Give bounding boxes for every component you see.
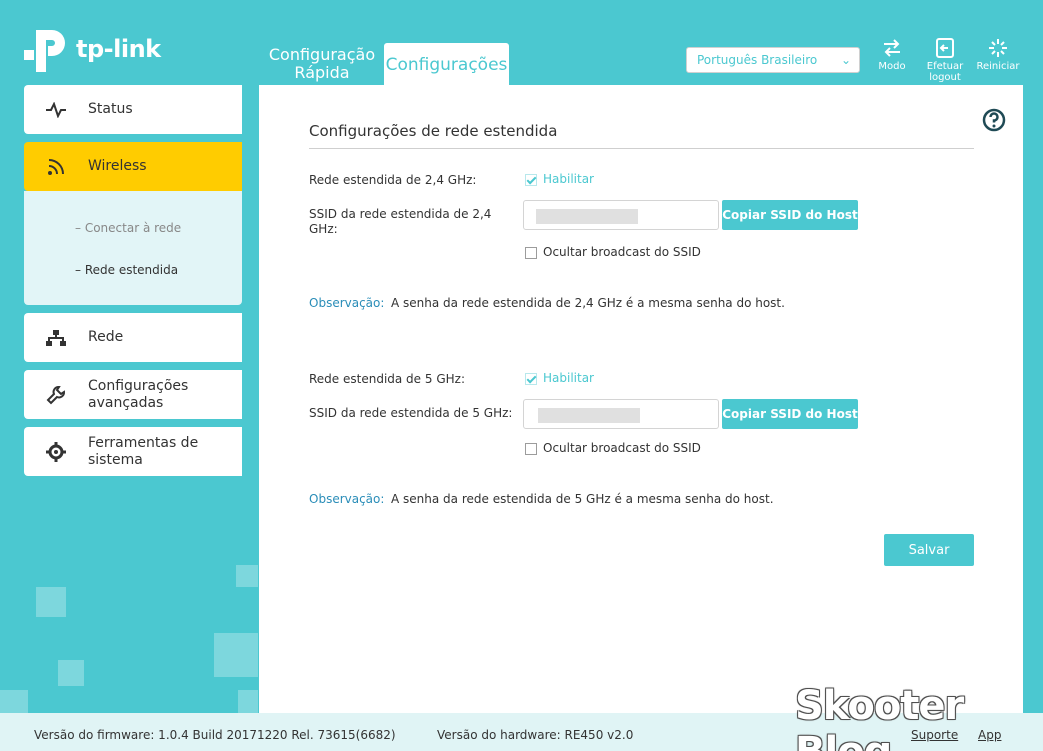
- wireless-icon: [24, 158, 88, 176]
- band5-ssid-input[interactable]: [523, 399, 719, 429]
- logout-label: Efetuar logout: [926, 61, 964, 83]
- mode-icon: [884, 39, 900, 57]
- band24-enable-label: Rede estendida de 2,4 GHz:: [309, 173, 477, 187]
- watermark: Skooter Blog: [795, 683, 964, 751]
- brand-name: tp-link: [76, 35, 161, 63]
- tp-link-logo-icon: [22, 24, 72, 74]
- band24-hide-ssid-checkbox[interactable]: [525, 247, 537, 259]
- masked-ssid: [536, 209, 638, 224]
- sidebar-item-label: Ferramentas de sistema: [88, 434, 199, 468]
- sidebar-item-label: Status: [88, 101, 133, 117]
- band5-ssid-label: SSID da rede estendida de 5 GHz:: [309, 406, 513, 420]
- band5-hide-ssid-text: Ocultar broadcast do SSID: [543, 441, 701, 455]
- tp-link-logo: tp-link: [22, 24, 161, 74]
- band5-enable-text: Habilitar: [543, 371, 594, 385]
- tab-settings[interactable]: Configurações: [384, 43, 509, 87]
- hardware-version: Versão do hardware: RE450 v2.0: [437, 728, 634, 742]
- decoration: [238, 690, 258, 713]
- band5-enable-label: Rede estendida de 5 GHz:: [309, 372, 465, 386]
- decoration: [214, 633, 258, 677]
- band5-hide-ssid-checkbox[interactable]: [525, 443, 537, 455]
- language-select[interactable]: Português Brasileiro ⌄: [686, 47, 860, 73]
- band24-ssid-label: SSID da rede estendida de 2,4 GHz:: [309, 207, 492, 236]
- masked-ssid: [538, 408, 640, 423]
- submenu-item-extended-network[interactable]: – Rede estendida: [75, 263, 178, 277]
- help-button[interactable]: [982, 108, 1006, 136]
- mode-button[interactable]: Modo: [867, 38, 917, 72]
- gear-icon: [24, 441, 88, 462]
- chevron-down-icon: ⌄: [840, 53, 851, 67]
- sidebar-item-label: Configurações avançadas: [88, 377, 189, 411]
- band5-note-text: A senha da rede estendida de 5 GHz é a m…: [391, 492, 774, 506]
- mode-label: Modo: [878, 61, 906, 72]
- logout-icon: [936, 38, 954, 58]
- band24-enable-checkbox[interactable]: [525, 174, 537, 186]
- sidebar-item-wireless[interactable]: Wireless: [24, 142, 242, 191]
- decoration: [36, 587, 66, 617]
- band24-hide-ssid-text: Ocultar broadcast do SSID: [543, 245, 701, 259]
- reboot-button[interactable]: Reiniciar: [973, 38, 1023, 72]
- sidebar-item-advanced[interactable]: Configurações avançadas: [24, 370, 242, 419]
- language-selected: Português Brasileiro: [697, 53, 818, 67]
- save-button[interactable]: Salvar: [884, 534, 974, 566]
- wireless-submenu: – Conectar à rede – Rede estendida: [24, 191, 242, 305]
- reboot-icon: [989, 39, 1007, 57]
- submenu-item-connect[interactable]: – Conectar à rede: [75, 221, 181, 235]
- sidebar-item-network[interactable]: Rede: [24, 313, 242, 362]
- firmware-version: Versão do firmware: 1.0.4 Build 20171220…: [34, 728, 396, 742]
- band24-ssid-input[interactable]: [523, 200, 719, 230]
- decoration: [0, 690, 28, 713]
- band5-copy-ssid-button[interactable]: Copiar SSID do Host: [722, 399, 858, 429]
- divider: [309, 148, 974, 149]
- band24-note-text: A senha da rede estendida de 2,4 GHz é a…: [391, 296, 785, 310]
- decoration: [58, 660, 84, 686]
- sidebar-item-label: Rede: [88, 329, 124, 345]
- band24-copy-ssid-button[interactable]: Copiar SSID do Host: [722, 200, 858, 230]
- tab-quick-setup[interactable]: Configuração Rápida: [262, 46, 382, 86]
- wrench-icon: [24, 385, 88, 405]
- band5-note-key: Observação:: [309, 492, 385, 506]
- band5-enable-checkbox[interactable]: [525, 373, 537, 385]
- submenu-item-label: Rede estendida: [84, 263, 179, 277]
- reboot-label: Reiniciar: [976, 61, 1020, 72]
- main-panel: Configurações de rede estendida Rede est…: [259, 85, 1023, 713]
- page-title: Configurações de rede estendida: [309, 122, 558, 140]
- sidebar-item-system-tools[interactable]: Ferramentas de sistema: [24, 427, 242, 476]
- help-icon: [982, 108, 1006, 132]
- status-icon: [24, 101, 88, 118]
- sidebar-item-status[interactable]: Status: [24, 85, 242, 134]
- logout-button[interactable]: Efetuar logout: [920, 38, 970, 83]
- band24-note-key: Observação:: [309, 296, 385, 310]
- sidebar-item-label: Wireless: [88, 158, 147, 174]
- decoration: [236, 565, 258, 587]
- band24-enable-text: Habilitar: [543, 172, 594, 186]
- network-icon: [24, 329, 88, 347]
- submenu-item-label: Conectar à rede: [84, 221, 182, 235]
